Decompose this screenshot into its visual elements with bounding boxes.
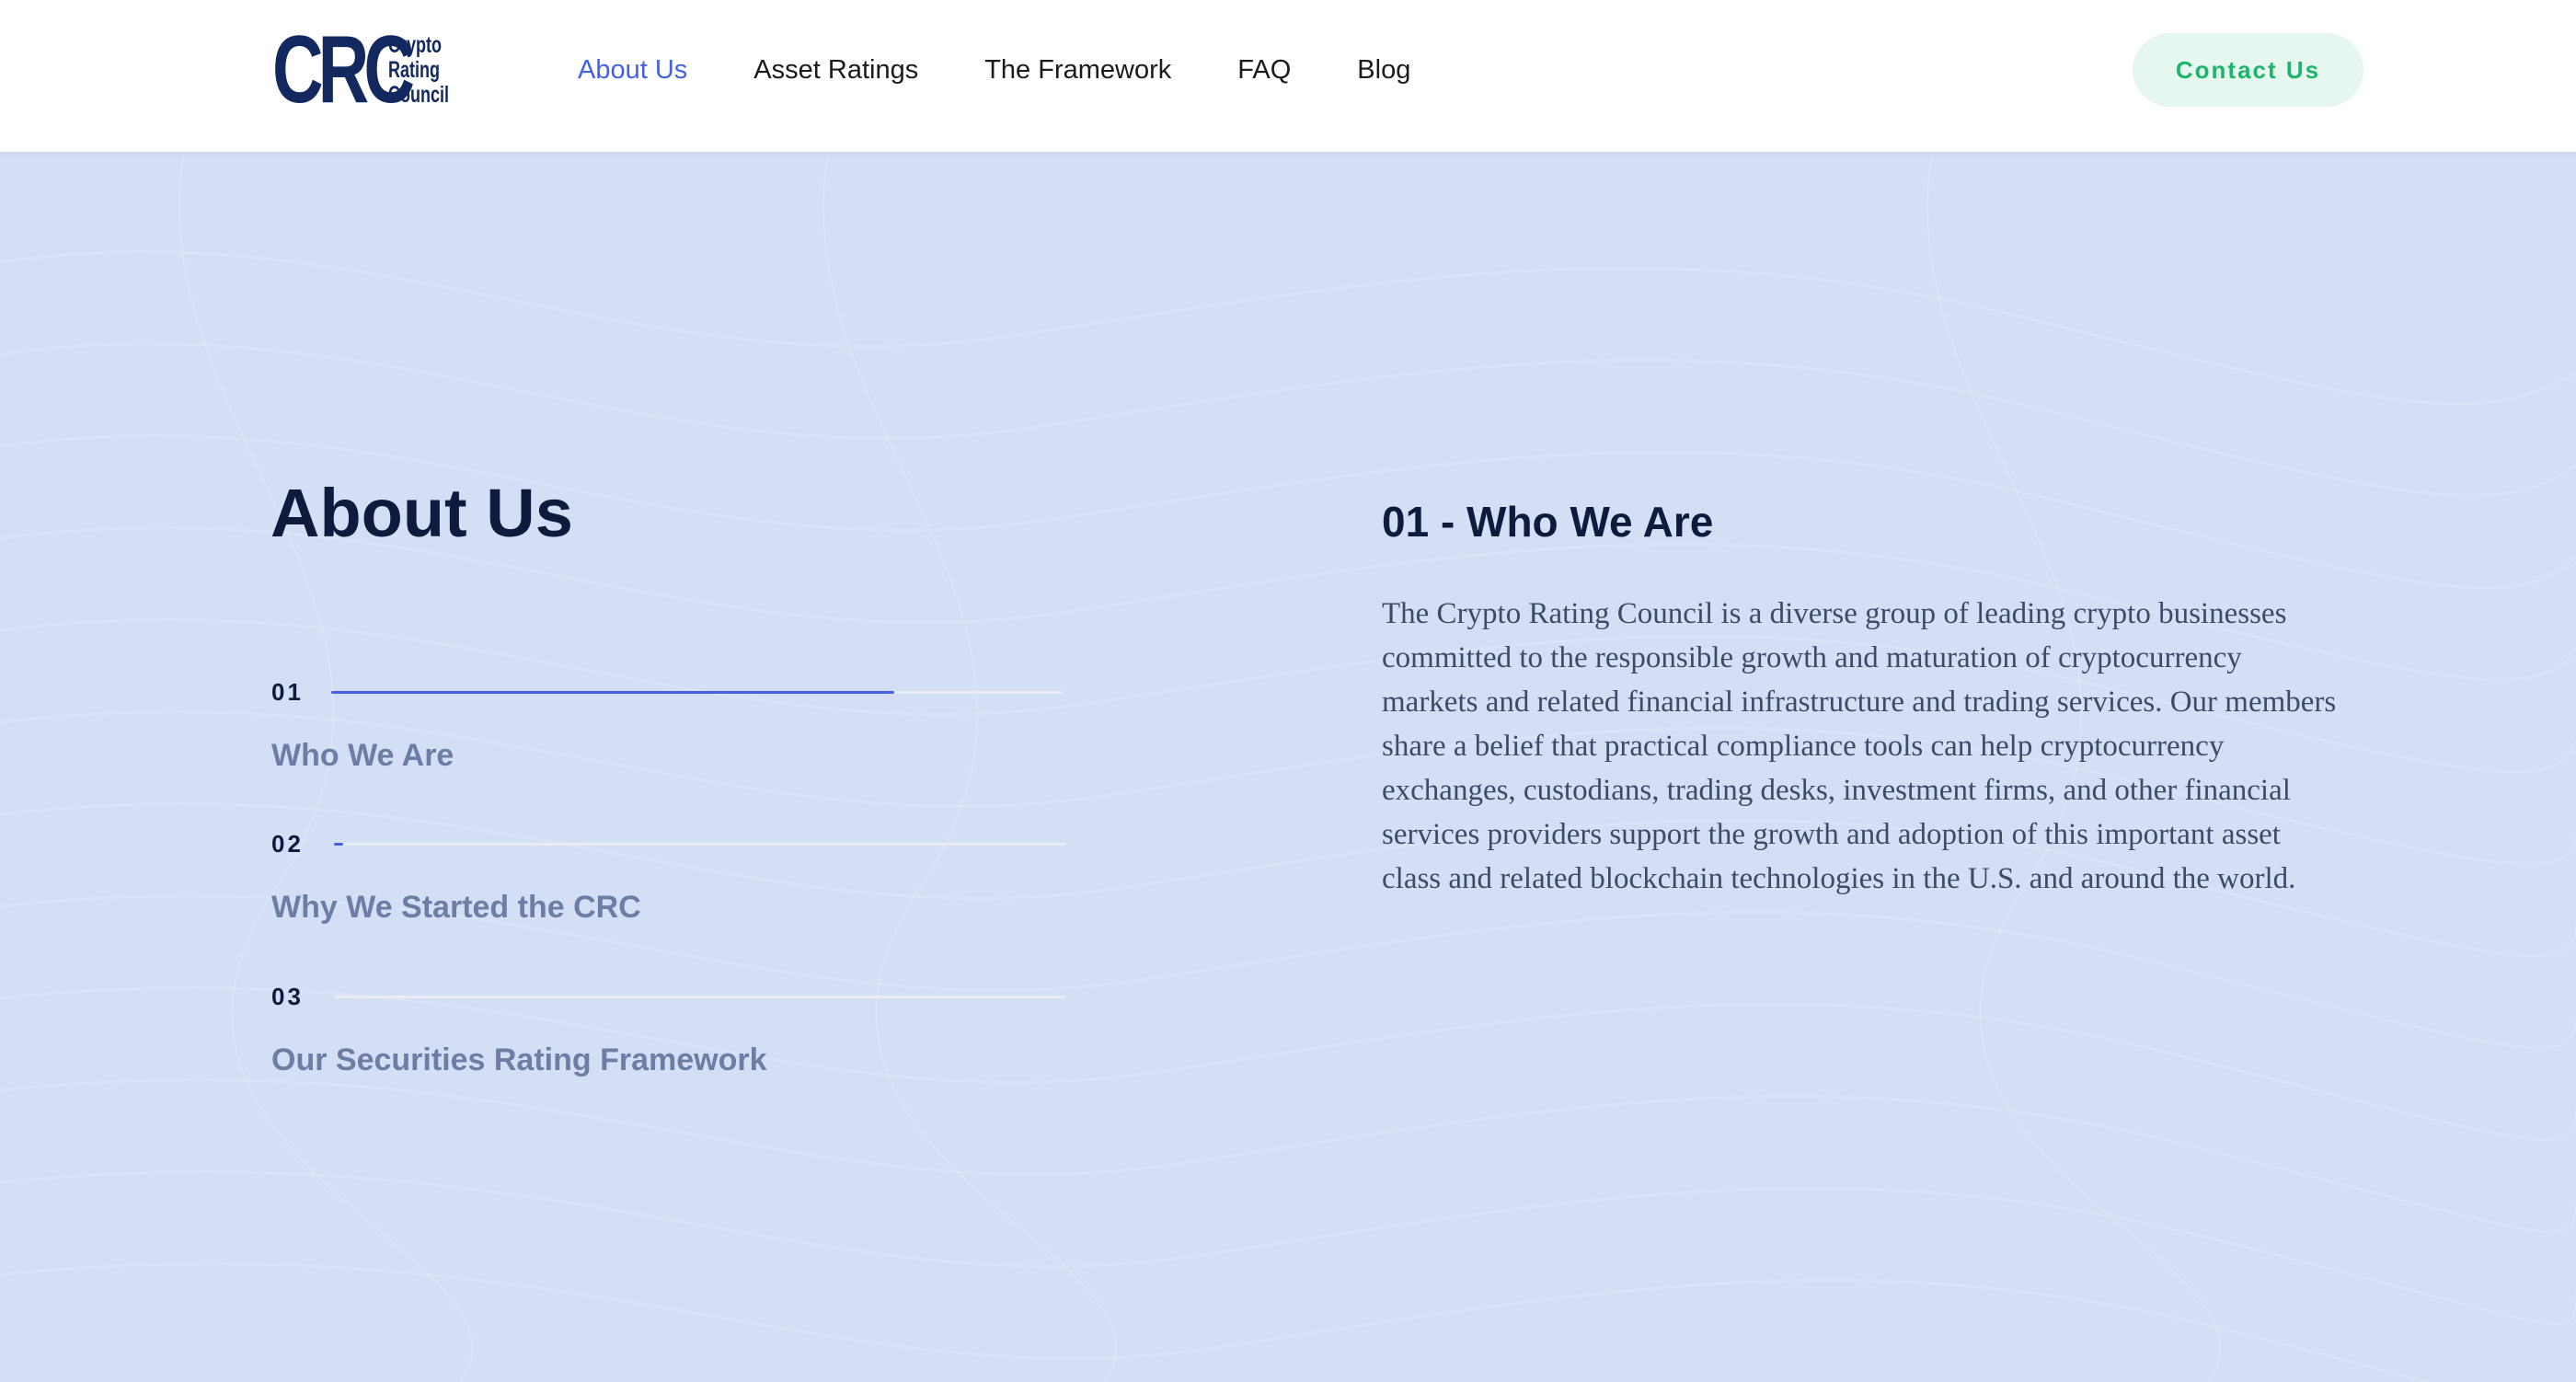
section-title: 01 - Who We Are bbox=[1382, 498, 1714, 546]
step-number: 03 bbox=[271, 983, 304, 1010]
step-label-securities-framework[interactable]: Our Securities Rating Framework bbox=[271, 1039, 767, 1081]
logo-word-rating: Rating bbox=[388, 56, 441, 83]
nav-blog[interactable]: Blog bbox=[1357, 52, 1410, 88]
site-header: CRC Crypto Rating Council About Us Asset… bbox=[0, 0, 2576, 152]
nav-faq[interactable]: FAQ bbox=[1237, 52, 1291, 88]
step-progress-track bbox=[334, 996, 1065, 998]
main-nav: About Us Asset Ratings The Framework FAQ… bbox=[578, 52, 1477, 88]
step-label-who-we-are[interactable]: Who We Are bbox=[271, 734, 454, 777]
nav-about-us[interactable]: About Us bbox=[578, 52, 687, 88]
step-number: 01 bbox=[271, 678, 304, 706]
logo-mark: CRC bbox=[272, 17, 415, 123]
page-title: About Us bbox=[270, 475, 573, 551]
contact-us-button[interactable]: Contact Us bbox=[2133, 33, 2363, 107]
nav-the-framework[interactable]: The Framework bbox=[984, 52, 1171, 88]
step-progress-track bbox=[334, 843, 1065, 846]
about-section: About Us 01 Who We Are 02 Why We Started… bbox=[0, 0, 2576, 1382]
step-progress-track bbox=[331, 691, 1063, 694]
logo-word-council: Council bbox=[388, 81, 450, 108]
step-progress-fill bbox=[331, 691, 895, 694]
section-body: The Crypto Rating Council is a diverse g… bbox=[1382, 597, 2337, 895]
logo-word-crypto: Crypto bbox=[388, 31, 443, 58]
step-label-why-we-started[interactable]: Why We Started the CRC bbox=[271, 886, 641, 928]
logo-wordmark: Crypto Rating Council bbox=[388, 31, 450, 108]
nav-asset-ratings[interactable]: Asset Ratings bbox=[753, 52, 918, 88]
step-number: 02 bbox=[271, 830, 304, 858]
step-progress-fill bbox=[334, 843, 343, 846]
crc-logo[interactable]: CRC Crypto Rating Council bbox=[272, 17, 473, 123]
